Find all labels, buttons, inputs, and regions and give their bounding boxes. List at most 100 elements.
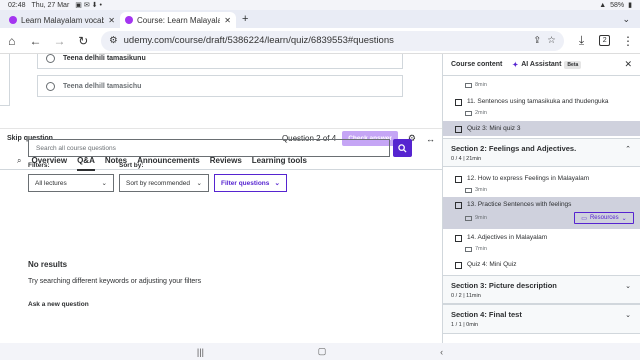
ai-assistant-label: AI Assistant [521, 61, 562, 68]
quiz-option-2[interactable]: Teena delhill tamasichu [37, 75, 403, 97]
lecture-item-12[interactable]: 12. How to express Feelings in Malayalam [443, 175, 640, 183]
quiz-panel-border [0, 54, 10, 106]
url-text: udemy.com/course/draft/5386224/learn/qui… [123, 35, 394, 46]
checkbox-icon[interactable] [455, 262, 462, 269]
bookmark-icon[interactable]: ☆ [547, 35, 556, 46]
browser-tab-1[interactable]: Learn Malayalam vocabu ✕ [4, 12, 120, 28]
lectures-select-value: All lectures [35, 179, 67, 187]
download-icon[interactable]: ⤓ [576, 33, 588, 48]
option-label: Teena delhili tamasikunu [63, 54, 146, 62]
status-time: 02:48 [8, 1, 26, 9]
close-sidebar-icon[interactable]: ✕ [624, 59, 632, 70]
reload-icon[interactable]: ↻ [78, 34, 90, 48]
lecture-duration: 2min [465, 110, 487, 116]
udemy-favicon-icon [125, 16, 133, 24]
lecture-duration: 9min [465, 215, 487, 221]
lecture-item-14[interactable]: 14. Adjectives in Malayalam [443, 234, 640, 242]
radio-icon[interactable] [46, 54, 55, 63]
chevron-down-icon: ⌄ [621, 215, 627, 222]
search-icon[interactable]: ⌕ [17, 156, 21, 166]
recent-apps-icon[interactable]: ||| [197, 347, 204, 357]
ai-assistant-tab[interactable]: ✦ AI Assistant Beta [512, 60, 582, 69]
quiz-option-1[interactable]: Teena delhili tamasikunu [37, 54, 403, 69]
site-info-icon[interactable]: ⚙ [109, 35, 118, 46]
battery-text: 58% [610, 1, 625, 9]
section-progress: 0 / 4 | 21min [451, 156, 482, 162]
home-button-icon[interactable]: ▢ [318, 346, 327, 357]
sortby-label: Sort by: [119, 162, 144, 169]
tab-announcements[interactable]: Announcements [137, 156, 200, 165]
section-4-header[interactable]: Section 4: Final test 1 / 1 | 0min ⌄ [443, 304, 640, 334]
close-tab-icon[interactable]: ✕ [108, 16, 115, 25]
video-icon [465, 246, 472, 252]
forward-icon[interactable]: → [54, 34, 66, 48]
sort-select[interactable]: Sort by recommended ⌄ [119, 174, 209, 192]
close-tab-icon[interactable]: ✕ [224, 16, 231, 25]
signal-icon: ▲ [599, 1, 607, 9]
section-progress: 1 / 1 | 0min [451, 322, 479, 328]
lecture-title: 12. How to express Feelings in Malayalam [467, 175, 590, 182]
quiz-item-4[interactable]: Quiz 4: Mini Quiz [443, 261, 640, 269]
checkbox-icon[interactable] [455, 99, 462, 106]
course-content-sidebar: Course content ✦ AI Assistant Beta ✕ 8mi… [442, 54, 640, 343]
sidebar-header: Course content ✦ AI Assistant Beta ✕ [443, 54, 640, 76]
android-navigation-bar: ||| ▢ ‹ [0, 343, 640, 360]
main-content: Teena delhili tamasikunu Teena delhill t… [0, 54, 442, 343]
chevron-down-icon: ⌄ [274, 180, 280, 187]
quiz-item-3[interactable]: Quiz 3: Mini quiz 3 [443, 125, 640, 133]
filter-questions-label: Filter questions [221, 179, 270, 187]
udemy-favicon-icon [9, 16, 17, 24]
section-3-header[interactable]: Section 3: Picture description 0 / 2 | 1… [443, 275, 640, 304]
browser-toolbar: ⌂ ← → ↻ ⚙ udemy.com/course/draft/5386224… [0, 28, 640, 54]
duration-text: 2min [475, 110, 487, 116]
tab-qa[interactable]: Q&A [77, 156, 95, 171]
radio-icon[interactable] [46, 81, 55, 91]
checkbox-icon[interactable] [455, 176, 462, 183]
course-content-tab[interactable]: Course content [451, 61, 502, 68]
expand-icon[interactable]: ↔ [426, 134, 435, 144]
lecture-item-13[interactable]: 13. Practice Sentences with feelings [443, 201, 640, 209]
browser-tab-2[interactable]: Course: Learn Malayalam ✕ [120, 12, 236, 28]
tab-reviews[interactable]: Reviews [210, 156, 242, 165]
qa-search-button[interactable] [393, 139, 412, 157]
beta-badge: Beta [564, 60, 582, 69]
tab-learning-tools[interactable]: Learning tools [252, 156, 307, 165]
back-button-icon[interactable]: ‹ [440, 347, 443, 357]
more-menu-icon[interactable]: ⋮ [622, 34, 634, 48]
section-title: Section 3: Picture description [451, 281, 557, 290]
browser-tab-strip: Learn Malayalam vocabu ✕ Course: Learn M… [0, 10, 640, 28]
tab-count-icon[interactable]: 2 [599, 35, 610, 46]
quiz-title: Quiz 3: Mini quiz 3 [467, 125, 521, 132]
sort-select-value: Sort by recommended [126, 179, 190, 187]
chevron-down-icon: ⌄ [101, 180, 107, 187]
new-tab-icon[interactable]: + [236, 13, 254, 28]
back-icon[interactable]: ← [30, 34, 42, 48]
section-title: Section 2: Feelings and Adjectives. [451, 144, 577, 153]
share-icon[interactable]: ⇪ [533, 35, 541, 46]
chevron-down-icon: ⌄ [625, 283, 631, 290]
tab-title: Learn Malayalam vocabu [21, 15, 105, 25]
section-progress: 0 / 2 | 11min [451, 293, 481, 299]
resources-button[interactable]: ▭ Resources ⌄ [574, 212, 634, 224]
section-2-header[interactable]: Section 2: Feelings and Adjectives. 0 / … [443, 138, 640, 167]
no-results-heading: No results [28, 260, 68, 269]
qa-search-input[interactable]: Search all course questions [28, 139, 390, 157]
lecture-title: 11. Sentences using tamasikuka and thude… [467, 98, 609, 105]
chevron-up-icon: ⌃ [625, 146, 631, 153]
lectures-select[interactable]: All lectures ⌄ [28, 174, 114, 192]
folder-icon: ▭ [581, 215, 587, 222]
filters-label: Filters: [28, 162, 50, 169]
checkbox-icon[interactable] [455, 235, 462, 242]
home-icon[interactable]: ⌂ [6, 34, 18, 48]
chevron-down-icon: ⌄ [196, 180, 202, 187]
notification-icons: ▣ ✉ ⬇ • [75, 2, 102, 9]
checkbox-icon[interactable] [455, 126, 462, 133]
tab-list-chevron-icon[interactable]: ⌄ [622, 14, 630, 28]
address-bar[interactable]: ⚙ udemy.com/course/draft/5386224/learn/q… [101, 30, 564, 51]
lecture-item-11[interactable]: 11. Sentences using tamasikuka and thude… [443, 98, 640, 106]
status-date: Thu, 27 Mar [31, 1, 70, 9]
filter-questions-button[interactable]: Filter questions ⌄ [214, 174, 287, 192]
checkbox-icon[interactable] [455, 202, 462, 209]
option-label: Teena delhill tamasichu [63, 82, 142, 90]
tab-title: Course: Learn Malayalam [137, 15, 221, 25]
